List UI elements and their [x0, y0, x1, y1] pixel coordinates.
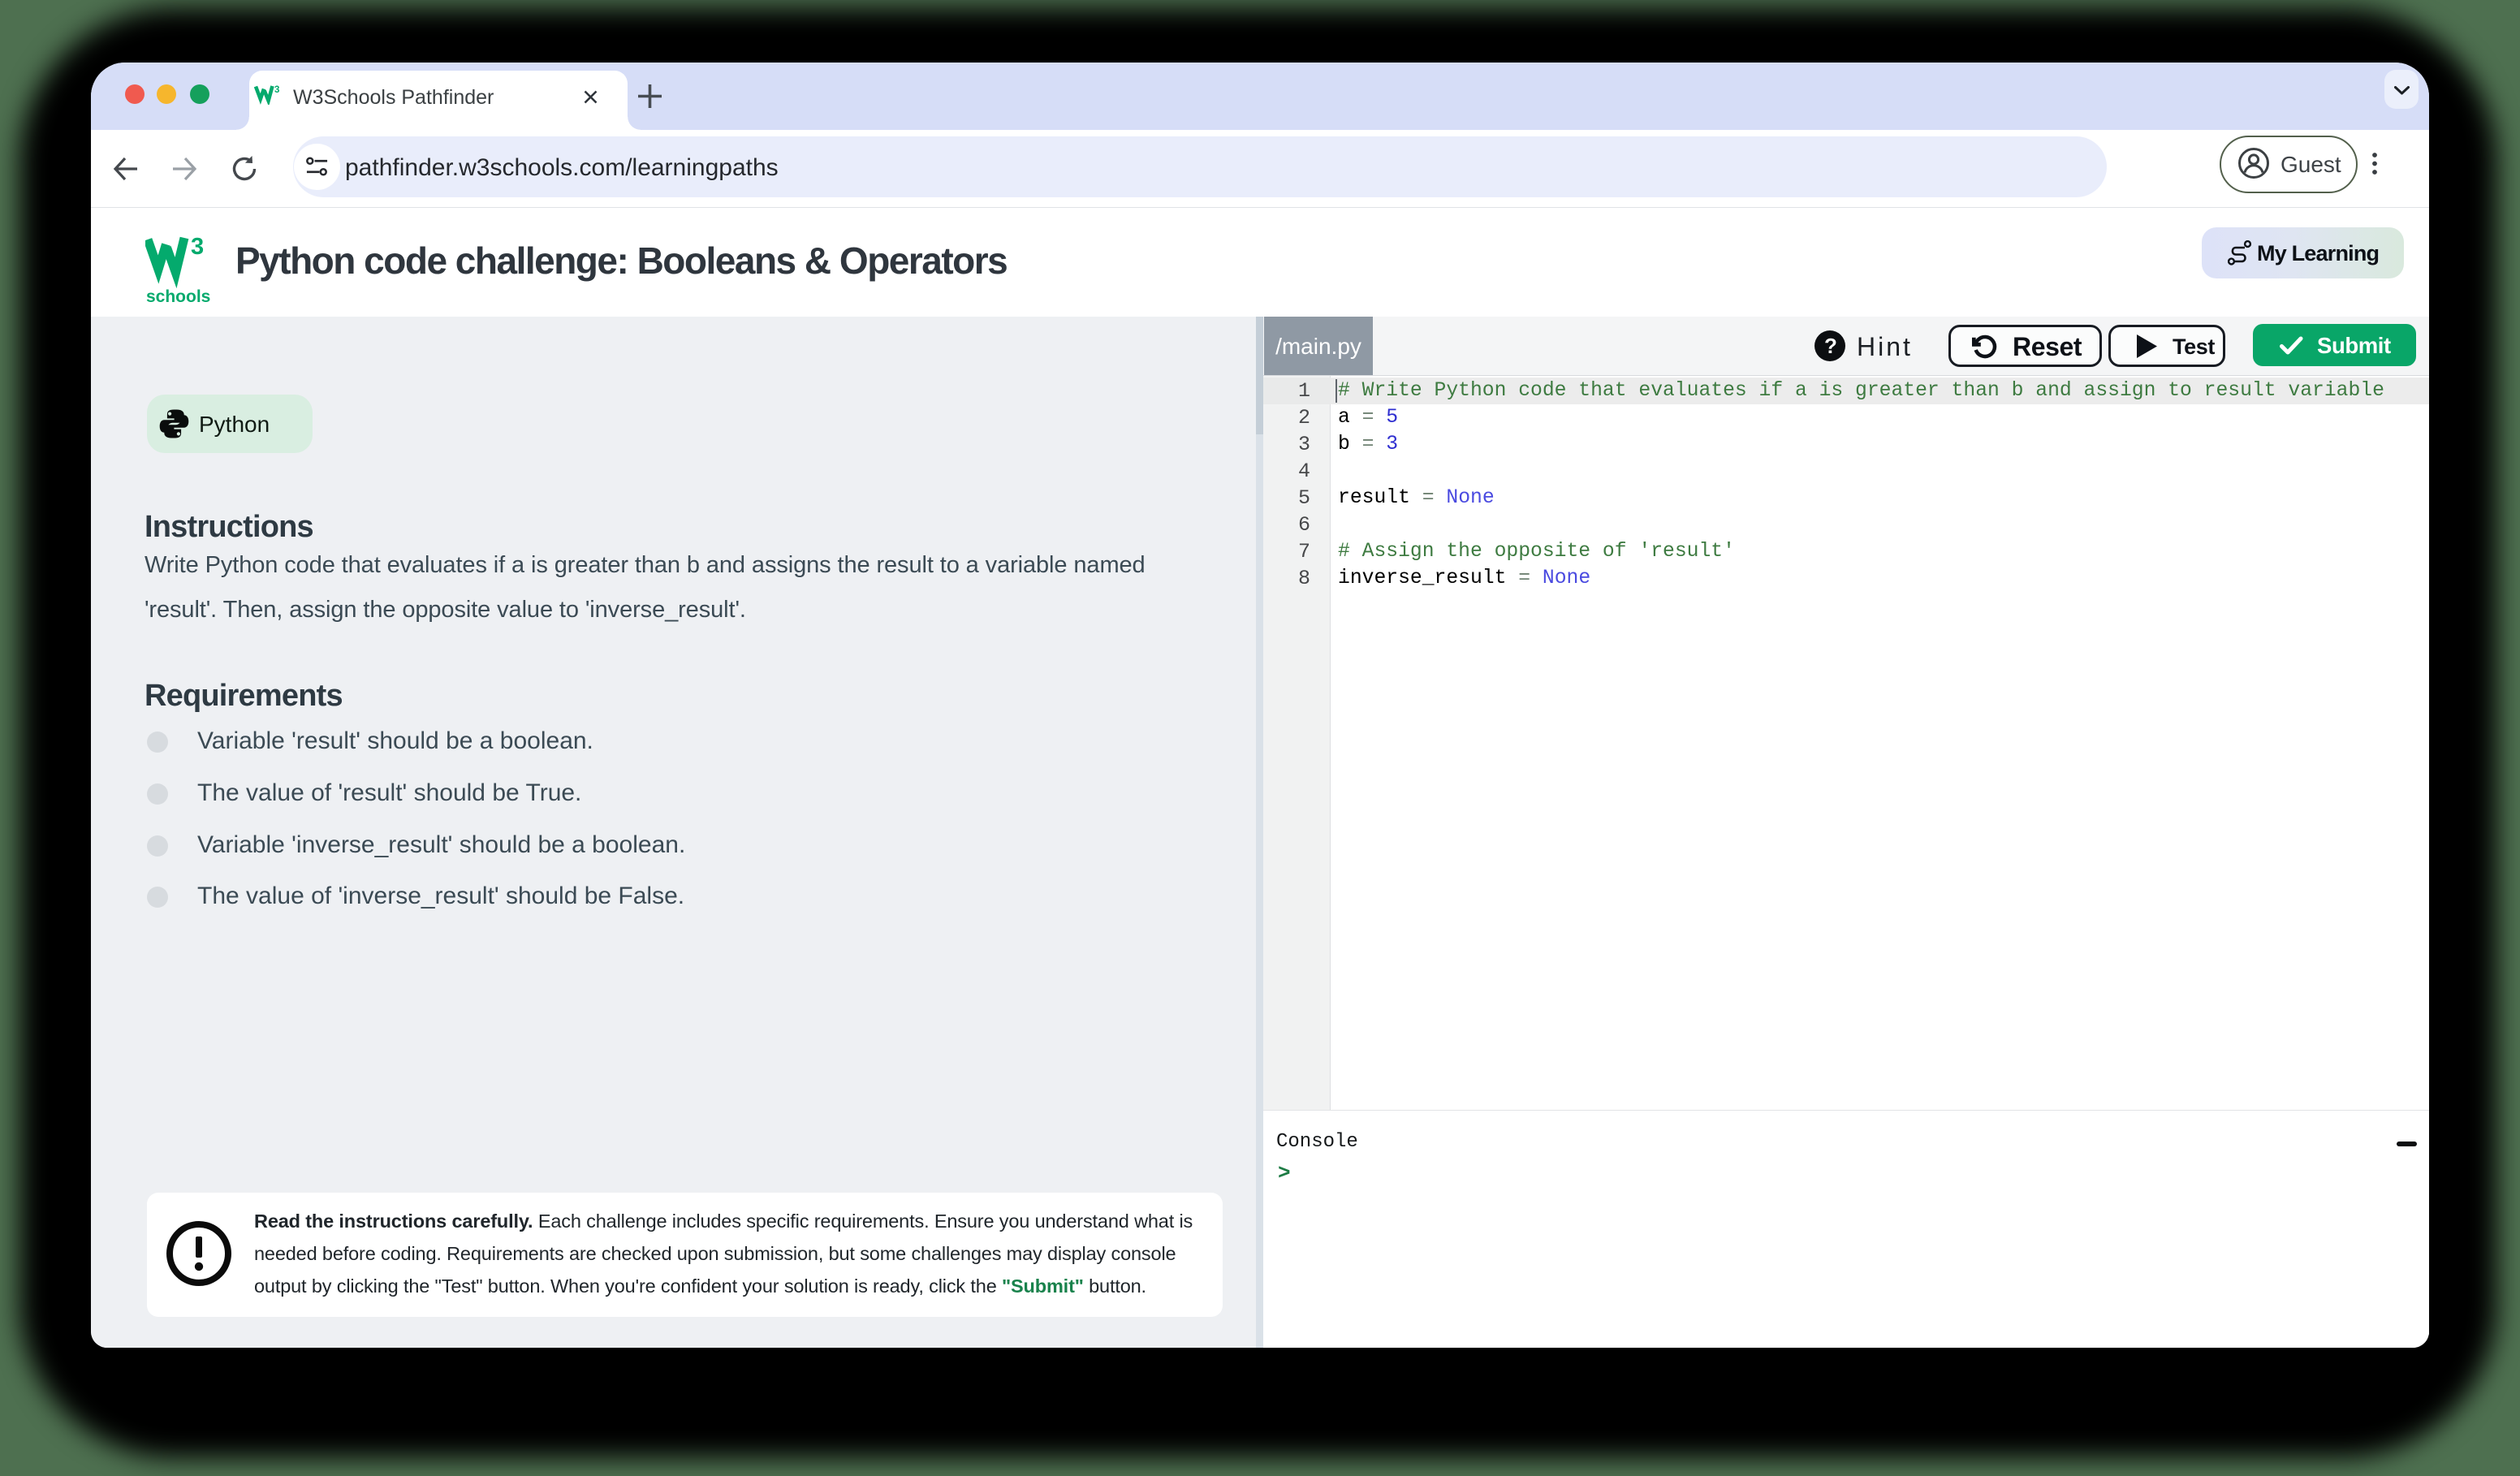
svg-text:3: 3: [191, 234, 204, 260]
svg-text:?: ?: [1824, 334, 1837, 358]
svg-text:schools: schools: [146, 287, 210, 306]
svg-text:3: 3: [274, 85, 279, 95]
